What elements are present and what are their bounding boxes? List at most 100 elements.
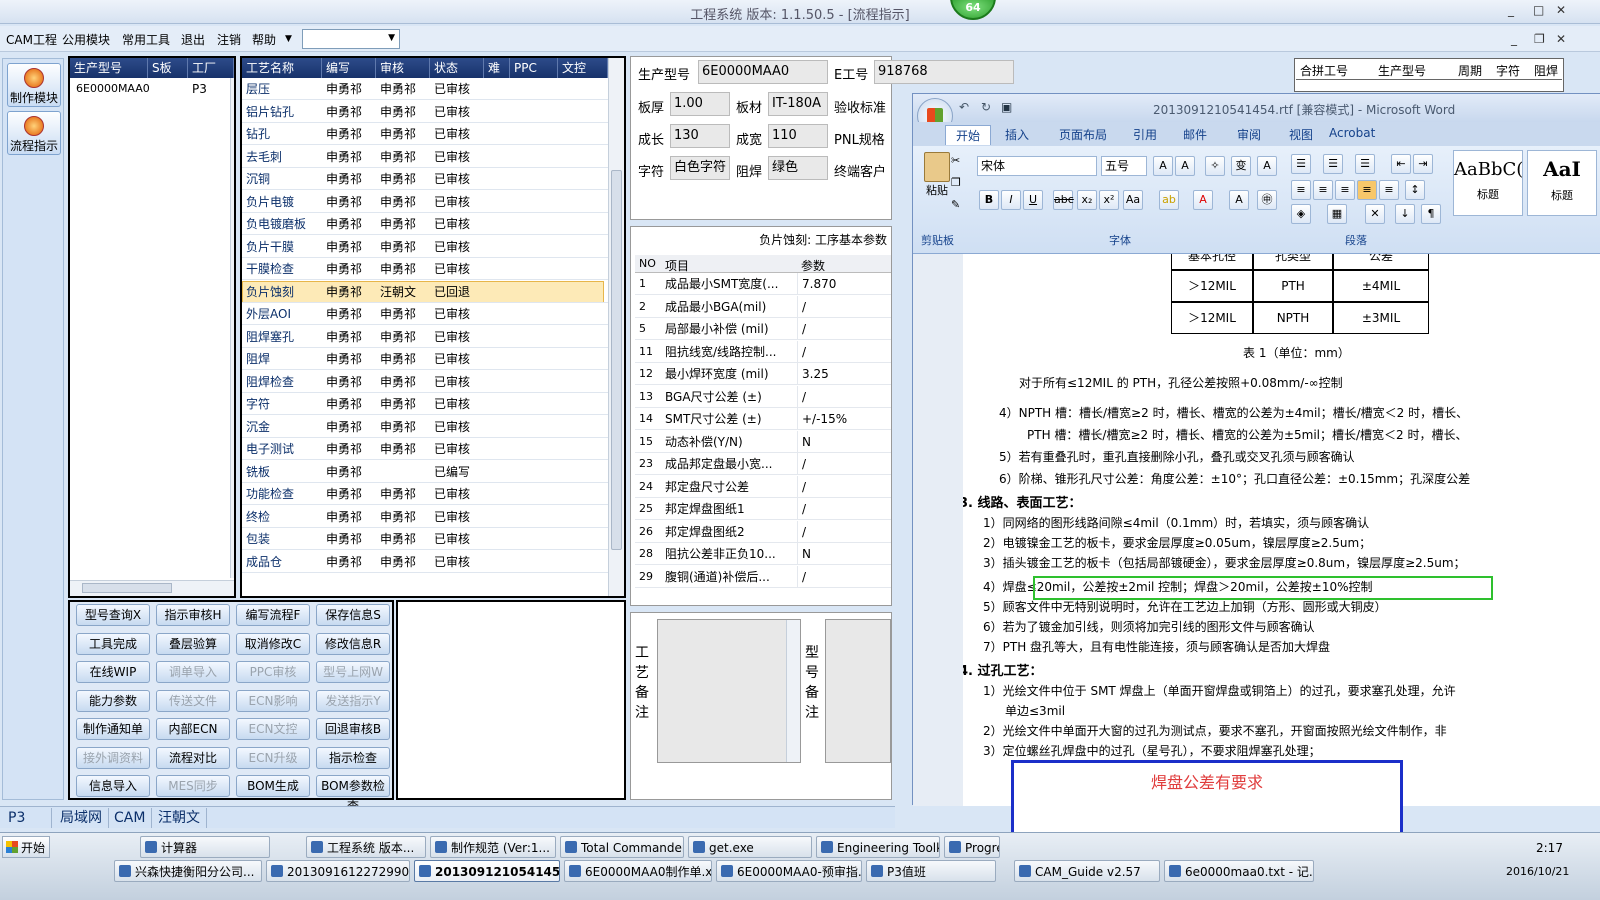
process-name[interactable]: 负片干膜 (242, 236, 322, 258)
process-name[interactable]: 字符 (242, 393, 322, 415)
align-left-icon[interactable]: ≡ (1291, 180, 1311, 200)
merge-col-3[interactable]: 周期 (1458, 62, 1482, 79)
borders-icon[interactable]: ▦ (1327, 204, 1347, 224)
action-button[interactable]: 指示审核H (156, 604, 230, 626)
reviewer[interactable]: 申勇祁 (376, 213, 430, 235)
status[interactable]: 已审核 (430, 528, 484, 550)
author[interactable]: 申勇祁 (322, 303, 376, 325)
col-value[interactable]: 参数 (801, 257, 825, 274)
action-button[interactable]: BOM生成 (236, 775, 310, 797)
show-marks-icon[interactable]: ¶ (1421, 204, 1441, 224)
justify-icon[interactable]: ≡ (1357, 180, 1377, 200)
document-page[interactable]: 基本孔径 孔类型 公差 ＞12MIL PTH ±4MIL ＞12MIL NPTH ±3MIL 表… (963, 254, 1600, 806)
action-button[interactable]: 在线WIP (76, 661, 150, 683)
style-heading-2[interactable]: AaI 标题 (1527, 150, 1597, 216)
start-button[interactable]: 开始 (2, 836, 50, 858)
process-name[interactable]: 阻焊 (242, 348, 322, 370)
vertical-scrollbar[interactable] (608, 58, 624, 596)
action-button[interactable]: BOM参数检查 (316, 775, 390, 813)
ribbon-tab-home[interactable]: 开始 (945, 125, 992, 145)
taskbar-button[interactable]: 2013091210541454... (414, 860, 560, 882)
action-button[interactable]: 修改信息R (316, 632, 390, 655)
col-no[interactable]: NO (639, 257, 656, 270)
table-row[interactable]: 阻焊 申勇祁 申勇祁 已审核 (242, 348, 608, 370)
author[interactable]: 申勇祁 (322, 348, 376, 370)
action-button[interactable]: 工具完成 (76, 632, 150, 655)
status[interactable]: 已审核 (430, 326, 484, 348)
taskbar-button[interactable]: Total Commander ... (560, 836, 684, 858)
flow-guide-button[interactable]: 流程指示 (7, 111, 61, 155)
action-button[interactable]: 型号查询X (76, 604, 150, 626)
reviewer[interactable] (376, 461, 430, 483)
col-sboard[interactable]: S板 (148, 58, 188, 78)
taskbar-button[interactable]: 兴森快捷衡阳分公司... (114, 860, 262, 882)
char-border-icon[interactable]: A (1257, 156, 1277, 176)
close-button[interactable]: ✕ (1556, 3, 1566, 17)
ribbon-tab-acrobat[interactable]: Acrobat (1329, 126, 1375, 140)
table-row[interactable]: 阻焊检查 申勇祁 申勇祁 已审核 (242, 371, 608, 393)
action-button[interactable]: 制作通知单 (76, 718, 150, 740)
taskbar-button[interactable]: Progress (944, 836, 1000, 858)
author[interactable]: 申勇祁 (322, 146, 376, 168)
tab-p3[interactable]: P3 (2, 808, 52, 828)
process-name[interactable]: 功能检查 (242, 483, 322, 505)
reviewer[interactable]: 申勇祁 (376, 371, 430, 393)
taskbar-button[interactable]: 6e0000maa0.txt - 记... (1164, 860, 1314, 882)
col-factory[interactable]: 工厂 (188, 58, 234, 78)
table-row[interactable]: 终检 申勇祁 申勇祁 已审核 (242, 506, 608, 528)
status[interactable]: 已审核 (430, 348, 484, 370)
action-button[interactable]: 叠层验算 (156, 632, 230, 655)
param-value[interactable]: 7.870 (797, 273, 891, 295)
param-row[interactable]: 28 阻抗公差非正负10... N (635, 543, 891, 565)
action-button[interactable]: 流程对比 (156, 746, 230, 769)
table-row[interactable]: 干膜检查 申勇祁 申勇祁 已审核 (242, 258, 608, 280)
author[interactable]: 申勇祁 (322, 438, 376, 460)
highlight-icon[interactable]: ab (1159, 190, 1179, 210)
param-row[interactable]: 26 邦定焊盘图纸2 / (635, 520, 891, 543)
action-button[interactable]: ECN影响 (236, 689, 310, 712)
table-row[interactable]: 沉铜 申勇祁 申勇祁 已审核 (242, 168, 608, 190)
status[interactable]: 已审核 (430, 78, 484, 100)
bold-icon[interactable]: B (979, 190, 999, 210)
table-row[interactable]: 钻孔 申勇祁 申勇祁 已审核 (242, 123, 608, 145)
author[interactable]: 申勇祁 (322, 483, 376, 505)
clock-time[interactable]: 2:17 (1536, 841, 1563, 855)
param-row[interactable]: 15 动态补偿(Y/N) N (635, 430, 891, 453)
reviewer[interactable]: 申勇祁 (376, 123, 430, 145)
taskbar-button[interactable]: P3值班 (866, 860, 996, 882)
process-name[interactable]: 沉铜 (242, 168, 322, 190)
align-right-icon[interactable]: ≡ (1335, 180, 1355, 200)
param-row[interactable]: 5 局部最小补偿 (mil) / (635, 318, 891, 340)
font-size-select[interactable]: 五号 (1101, 156, 1147, 176)
reviewer[interactable]: 申勇祁 (376, 438, 430, 460)
author[interactable]: 申勇祁 (322, 506, 376, 528)
merge-col-1[interactable]: 合拼工号 (1300, 62, 1348, 79)
status[interactable]: 已回退 (430, 281, 484, 303)
author[interactable]: 申勇祁 (322, 191, 376, 213)
char-field[interactable]: 白色字符 (670, 156, 730, 180)
status[interactable]: 已审核 (430, 506, 484, 528)
status[interactable]: 已审核 (430, 213, 484, 235)
table-row[interactable]: 负电镀磨板 申勇祁 申勇祁 已审核 (242, 213, 608, 235)
ribbon-tab-references[interactable]: 引用 (1133, 126, 1157, 143)
param-row[interactable]: 11 阻抗线宽/线路控制... / (635, 340, 891, 363)
italic-icon[interactable]: I (1001, 190, 1021, 210)
author[interactable]: 申勇祁 (322, 258, 376, 280)
table-row[interactable]: 层压 申勇祁 申勇祁 已审核 (242, 78, 608, 100)
taskbar-button[interactable]: 6E0000MAA0-预审指... (716, 860, 862, 882)
taskbar-button[interactable]: 制作规范 (Ver:1... (430, 836, 556, 858)
increase-indent-icon[interactable]: ⇥ (1413, 154, 1433, 174)
material-field[interactable]: IT-180A (768, 92, 828, 116)
author[interactable]: 申勇祁 (322, 281, 376, 303)
mdi-restore-button[interactable]: ❐ (1534, 32, 1545, 46)
param-value[interactable]: / (797, 565, 891, 588)
process-name[interactable]: 外层AOI (242, 303, 322, 325)
table-row[interactable]: 功能检查 申勇祁 申勇祁 已审核 (242, 483, 608, 505)
menu-help[interactable]: 帮助 (252, 31, 276, 48)
reviewer[interactable]: 申勇祁 (376, 258, 430, 280)
process-name[interactable]: 负片电镀 (242, 191, 322, 213)
e-no-field[interactable]: 918768 (874, 60, 1014, 84)
param-value[interactable]: / (797, 453, 891, 475)
merge-col-5[interactable]: 阻焊 (1534, 62, 1558, 79)
minimize-button[interactable]: _ (1508, 3, 1514, 17)
